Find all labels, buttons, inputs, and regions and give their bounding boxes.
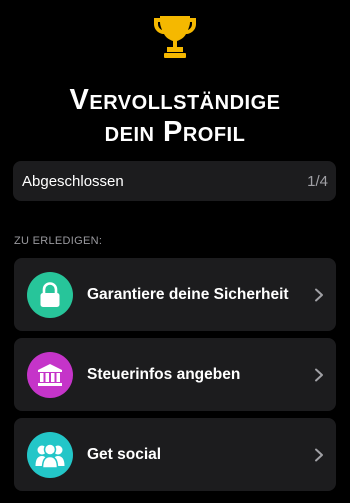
chevron-right-icon: [315, 448, 323, 461]
task-get-social-label: Get social: [87, 445, 162, 463]
progress-count: 1/4: [307, 172, 328, 190]
task-tax-info[interactable]: Steuerinfos angeben: [14, 338, 336, 411]
lock-icon: [27, 271, 73, 318]
task-security-label: Garantiere deine Sicherheit: [87, 285, 289, 303]
chevron-right-icon: [315, 368, 323, 381]
page-title-line-1: Vervollständige: [69, 84, 281, 116]
task-security[interactable]: Garantiere deine Sicherheit: [14, 258, 336, 331]
bank-icon: [27, 351, 73, 398]
chevron-right-icon: [315, 288, 323, 301]
todo-section-header: ZU ERLEDIGEN:: [14, 235, 103, 247]
completion-progress-bar: Abgeschlossen 1/4: [13, 161, 336, 201]
people-icon: [27, 431, 73, 478]
task-get-social[interactable]: Get social: [14, 418, 336, 491]
progress-label: Abgeschlossen: [22, 172, 124, 190]
trophy-icon: [154, 16, 196, 58]
page-title-line-2: dein Profil: [104, 116, 246, 148]
task-tax-info-label: Steuerinfos angeben: [87, 365, 241, 383]
